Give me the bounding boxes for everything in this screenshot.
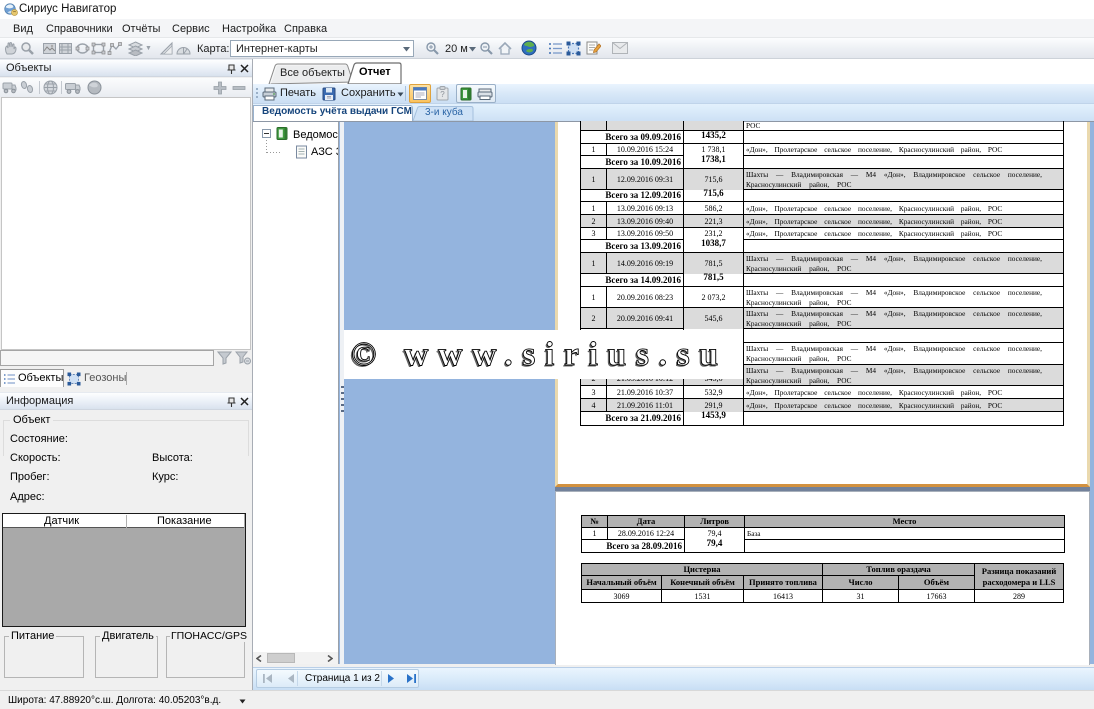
svg-text:?: ? — [440, 90, 445, 99]
